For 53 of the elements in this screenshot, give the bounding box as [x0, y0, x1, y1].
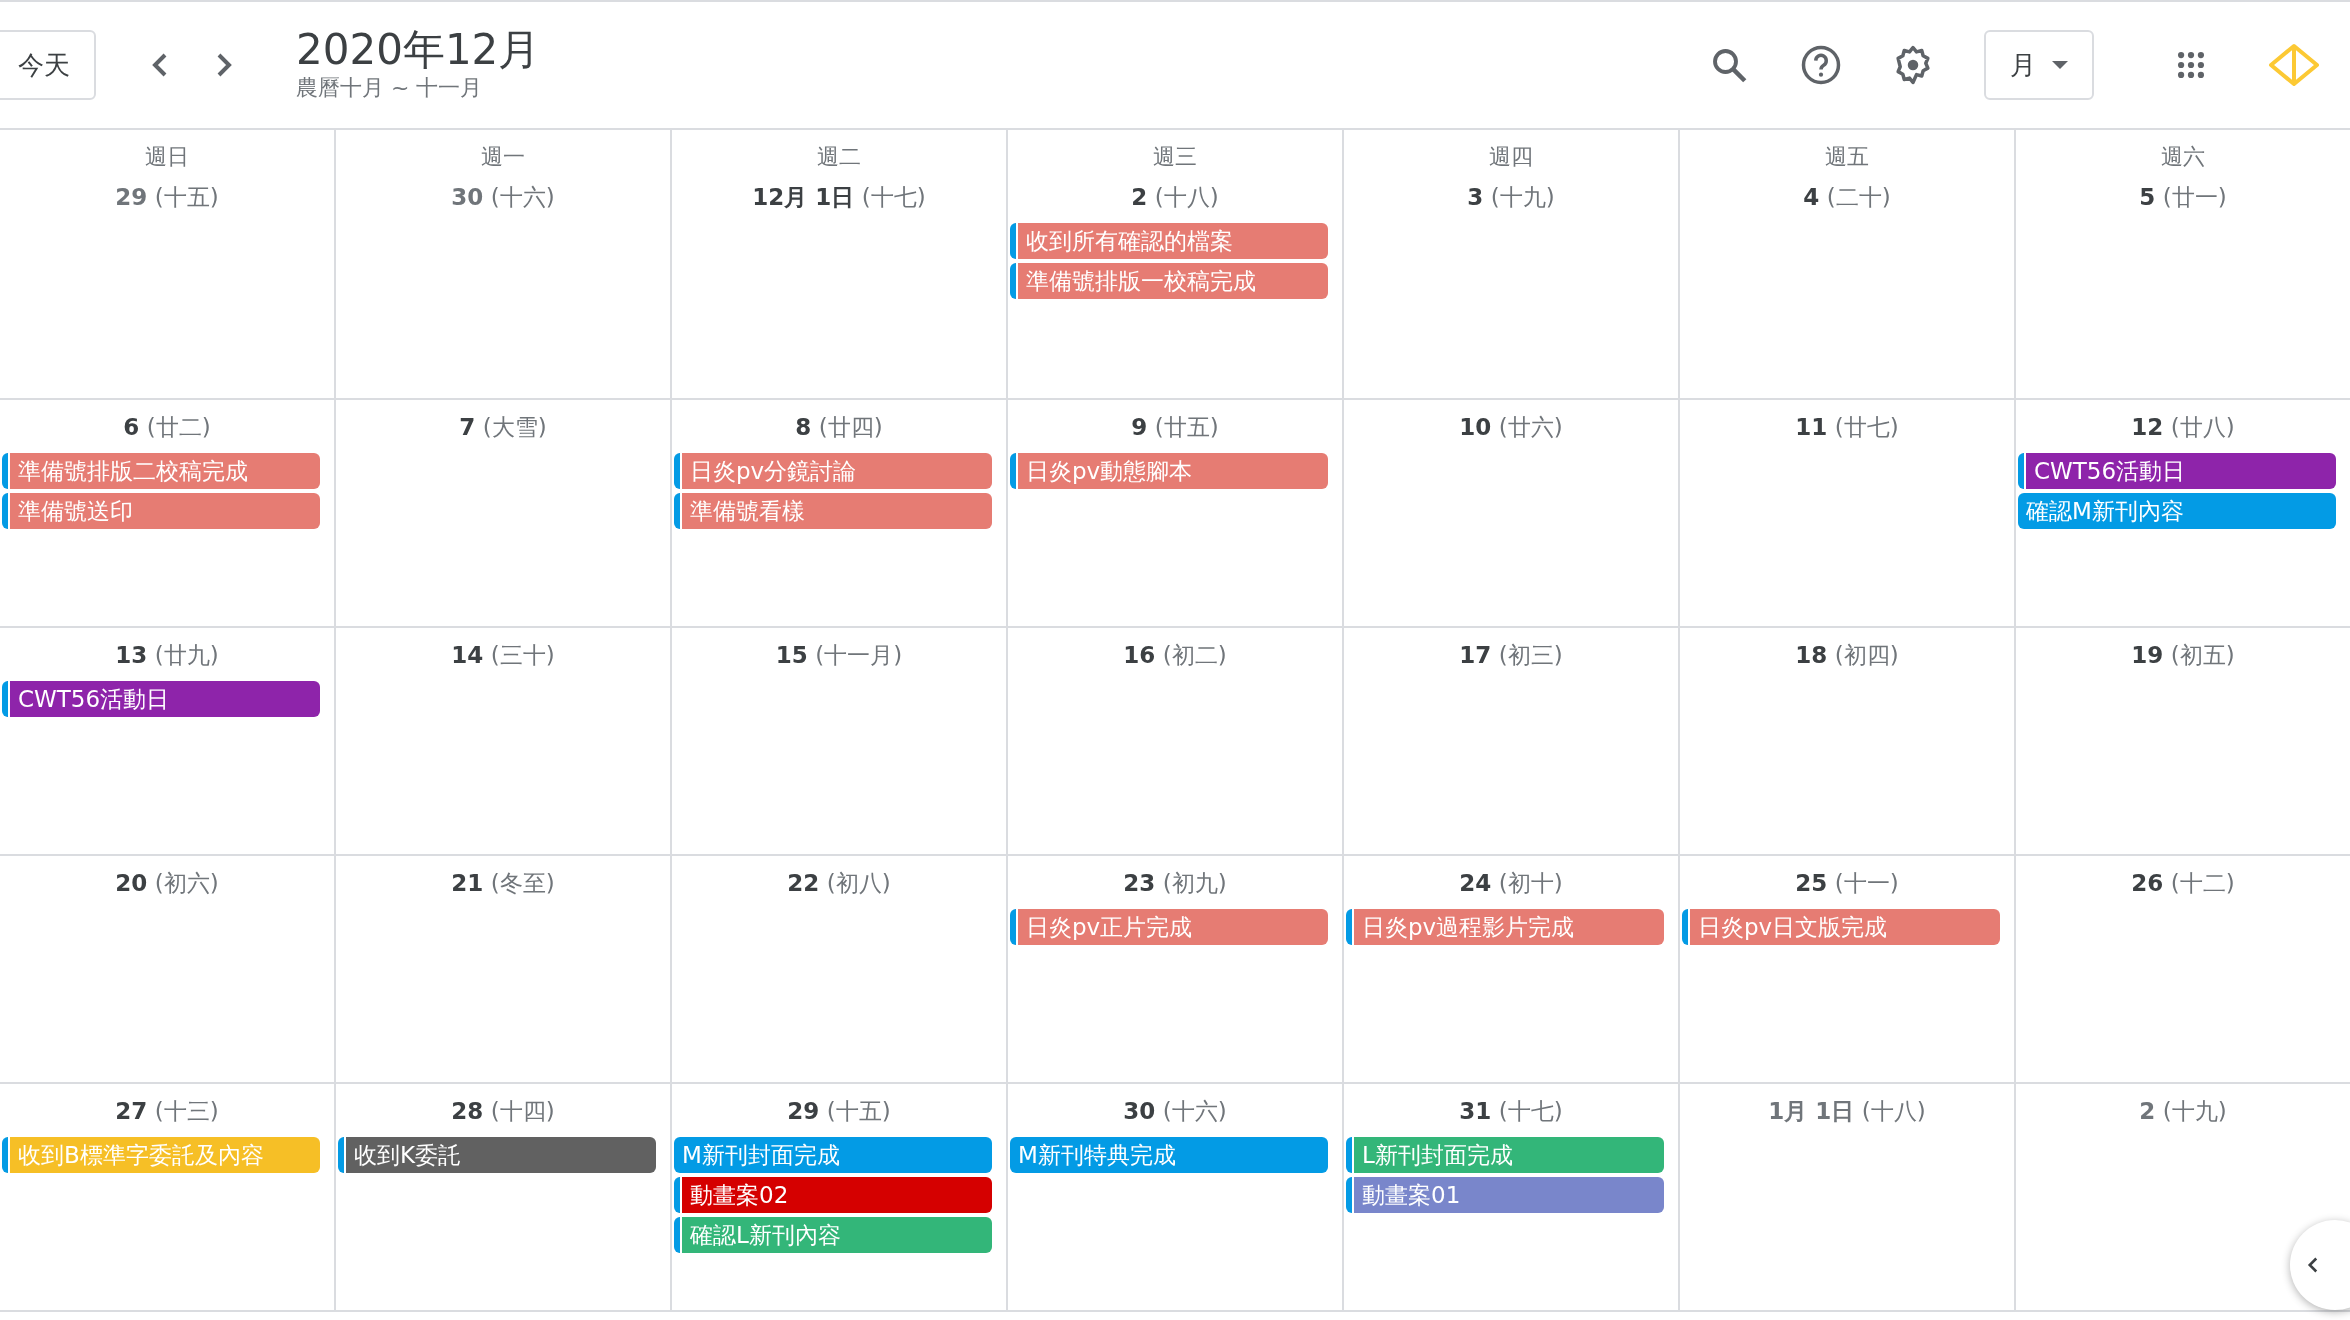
weekday-label: 週日 [144, 143, 190, 171]
today-button[interactable]: 今天 [0, 30, 96, 100]
lunar-subtitle: 農曆十月 ~ 十一月 [296, 74, 484, 103]
date-label[interactable]: 13 (廿九) [115, 640, 219, 671]
event-chip[interactable]: 收到K委託 [338, 1137, 656, 1173]
event-chip[interactable]: 動畫案02 [674, 1177, 992, 1213]
caret-icon [2052, 61, 2068, 69]
month-title: 2020年12月 [296, 26, 541, 74]
date-label[interactable]: 2 (十九) [2139, 1096, 2227, 1127]
date-label[interactable]: 6 (廿二) [123, 412, 211, 443]
date-label[interactable]: 19 (初五) [2131, 640, 2235, 671]
event-chip[interactable]: CWT56活動日 [2, 681, 320, 717]
date-label[interactable]: 23 (初九) [1123, 868, 1227, 899]
date-label[interactable]: 31 (十七) [1459, 1096, 1563, 1127]
date-label[interactable]: 11 (廿七) [1795, 412, 1899, 443]
date-label[interactable]: 7 (大雪) [459, 412, 547, 443]
date-label[interactable]: 26 (十二) [2131, 868, 2235, 899]
date-label[interactable]: 21 (冬至) [451, 868, 555, 899]
date-label[interactable]: 16 (初二) [1123, 640, 1227, 671]
view-dropdown[interactable]: 月 [1984, 30, 2094, 100]
event-chip[interactable]: CWT56活動日 [2018, 453, 2336, 489]
date-label[interactable]: 14 (三十) [451, 640, 555, 671]
weekday-label: 週五 [1824, 143, 1870, 171]
date-label[interactable]: 29 (十五) [115, 182, 219, 213]
date-label[interactable]: 20 (初六) [115, 868, 219, 899]
date-label[interactable]: 12 (廿八) [2131, 412, 2235, 443]
help-icon[interactable] [1800, 44, 1842, 86]
date-label[interactable]: 3 (十九) [1467, 182, 1555, 213]
date-label[interactable]: 2 (十八) [1131, 182, 1219, 213]
weekday-label: 週六 [2160, 143, 2206, 171]
date-label[interactable]: 12月 1日 (十七) [752, 182, 926, 213]
date-label[interactable]: 9 (廿五) [1131, 412, 1219, 443]
weekday-label: 週四 [1488, 143, 1534, 171]
weekday-label: 週一 [480, 143, 526, 171]
date-label[interactable]: 17 (初三) [1459, 640, 1563, 671]
date-label[interactable]: 30 (十六) [451, 182, 555, 213]
diamond-logo-icon [2268, 43, 2320, 87]
date-label[interactable]: 4 (二十) [1803, 182, 1891, 213]
date-label[interactable]: 27 (十三) [115, 1096, 219, 1127]
date-label[interactable]: 24 (初十) [1459, 868, 1563, 899]
date-label[interactable]: 5 (廿一) [2139, 182, 2227, 213]
weekday-label: 週二 [816, 143, 862, 171]
date-label[interactable]: 25 (十一) [1795, 868, 1899, 899]
date-label[interactable]: 10 (廿六) [1459, 412, 1563, 443]
date-label[interactable]: 8 (廿四) [795, 412, 883, 443]
weekday-label: 週三 [1152, 143, 1198, 171]
date-label[interactable]: 1月 1日 (十八) [1768, 1096, 1926, 1127]
date-label[interactable]: 18 (初四) [1795, 640, 1899, 671]
date-label[interactable]: 22 (初八) [787, 868, 891, 899]
date-label[interactable]: 29 (十五) [787, 1096, 891, 1127]
date-label[interactable]: 28 (十四) [451, 1096, 555, 1127]
date-label[interactable]: 30 (十六) [1123, 1096, 1227, 1127]
date-label[interactable]: 15 (十一月) [775, 640, 903, 671]
